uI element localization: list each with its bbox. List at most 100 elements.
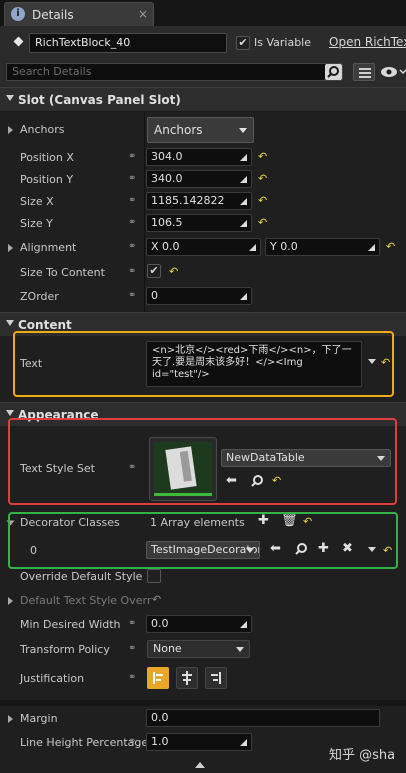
drag-handle-icon[interactable]	[240, 621, 247, 628]
reset-icon[interactable]: ↶	[258, 217, 270, 229]
zorder-value: 0	[151, 289, 158, 302]
margin-field[interactable]: 0.0	[146, 709, 380, 727]
justification-label: Justification	[20, 672, 85, 685]
tab-label: Details	[32, 8, 74, 22]
zorder-field[interactable]: 0	[146, 287, 252, 305]
chevron-down-icon	[239, 128, 247, 133]
expand-arrow-icon[interactable]	[8, 244, 13, 252]
min-desired-width-field[interactable]: 0.0	[146, 615, 252, 633]
is-variable-checkbox[interactable]: ✔	[236, 36, 250, 50]
binding-icon[interactable]: ⚭	[128, 195, 140, 207]
info-icon: i	[11, 7, 25, 21]
reset-icon[interactable]: ↶	[386, 241, 398, 253]
search-icon[interactable]	[325, 64, 342, 80]
drag-handle-icon[interactable]	[249, 244, 256, 251]
watermark: 知乎 @sha	[329, 748, 396, 763]
align-right-button[interactable]	[205, 667, 227, 689]
drag-handle-icon[interactable]	[240, 176, 247, 183]
category-label: Content	[18, 318, 72, 332]
line-height-value: 1.0	[151, 735, 169, 748]
alignment-y-value: Y 0.0	[270, 240, 298, 253]
transform-policy-label: Transform Policy	[20, 643, 110, 656]
section-separator	[0, 700, 406, 706]
alignment-y-field[interactable]: Y 0.0	[265, 238, 380, 256]
line-height-field[interactable]: 1.0	[146, 733, 252, 751]
view-options-icon[interactable]	[353, 63, 375, 81]
category-label: Slot (Canvas Panel Slot)	[18, 93, 181, 107]
margin-label: Margin	[20, 712, 58, 725]
min-desired-width-label: Min Desired Width	[20, 618, 121, 631]
min-desired-width-value: 0.0	[151, 617, 169, 630]
align-center-button[interactable]	[176, 667, 198, 689]
drag-handle-icon[interactable]	[240, 739, 247, 746]
position-y-field[interactable]: 340.0	[146, 170, 252, 188]
zorder-label: ZOrder	[20, 290, 59, 303]
reset-icon[interactable]: ↶	[169, 266, 181, 278]
size-x-field[interactable]: 1185.142822	[146, 192, 252, 210]
highlight-text	[13, 331, 394, 397]
default-text-style-label: Default Text Style Overr	[20, 594, 152, 607]
expand-arrow-icon[interactable]	[8, 715, 13, 723]
binding-icon[interactable]: ⚭	[128, 151, 140, 163]
binding-icon[interactable]: ⚭	[128, 643, 140, 655]
position-x-field[interactable]: 304.0	[146, 148, 252, 166]
collapse-arrow-icon	[6, 410, 14, 416]
binding-icon[interactable]: ⚭	[128, 736, 140, 748]
eye-icon[interactable]	[380, 64, 406, 80]
position-x-label: Position X	[20, 151, 74, 164]
position-y-label: Position Y	[20, 173, 74, 186]
drag-handle-icon[interactable]	[240, 220, 247, 227]
drag-handle-icon[interactable]	[240, 293, 247, 300]
size-x-label: Size X	[20, 195, 54, 208]
binding-icon[interactable]: ⚭	[128, 217, 140, 229]
anchors-dropdown[interactable]: Anchors	[147, 117, 254, 143]
collapse-arrow-icon	[6, 95, 14, 101]
align-center-icon	[182, 671, 192, 685]
reset-icon[interactable]: ↶	[258, 151, 270, 163]
highlight-decorator-classes	[8, 512, 398, 569]
reset-icon[interactable]: ↶	[152, 594, 164, 606]
reset-icon[interactable]: ↶	[258, 173, 270, 185]
size-y-label: Size Y	[20, 217, 53, 230]
binding-icon[interactable]: ⚭	[128, 173, 140, 185]
align-left-button[interactable]	[147, 667, 169, 689]
binding-icon[interactable]: ⚭	[128, 290, 140, 302]
size-to-content-checkbox[interactable]: ✔	[147, 264, 161, 278]
alignment-x-field[interactable]: X 0.0	[146, 238, 261, 256]
transform-policy-dropdown[interactable]: None	[147, 640, 250, 658]
scroll-up-icon[interactable]	[195, 762, 205, 768]
close-icon[interactable]: ×	[138, 7, 148, 21]
binding-icon[interactable]: ⚭	[128, 241, 140, 253]
chevron-down-icon	[236, 647, 244, 652]
size-y-field[interactable]: 106.5	[146, 214, 252, 232]
anchors-label: Anchors	[20, 123, 65, 136]
binding-icon[interactable]: ⚭	[128, 266, 140, 278]
position-x-value: 304.0	[151, 150, 183, 163]
alignment-label: Alignment	[20, 241, 77, 254]
size-x-value: 1185.142822	[151, 194, 225, 207]
open-richtext-link[interactable]: Open RichTex	[329, 35, 406, 49]
margin-value: 0.0	[151, 711, 169, 724]
binding-icon[interactable]: ⚭	[128, 618, 140, 630]
alignment-x-value: X 0.0	[151, 240, 180, 253]
override-default-style-checkbox[interactable]	[147, 569, 161, 583]
align-right-icon	[211, 672, 221, 684]
drag-handle-icon[interactable]	[240, 198, 247, 205]
widget-name-input[interactable]: RichTextBlock_40	[29, 33, 227, 53]
drag-handle-icon[interactable]	[368, 244, 375, 251]
transform-policy-value: None	[153, 642, 182, 655]
expand-arrow-icon[interactable]	[8, 597, 13, 605]
collapse-arrow-icon	[6, 320, 14, 326]
tab-details[interactable]: i Details ×	[4, 2, 154, 26]
anchors-value: Anchors	[154, 123, 203, 137]
expand-arrow-icon[interactable]	[8, 126, 13, 134]
highlight-text-style-set	[8, 418, 397, 505]
category-slot[interactable]: Slot (Canvas Panel Slot)	[0, 87, 406, 111]
align-left-icon	[153, 672, 163, 684]
drag-handle-icon[interactable]	[240, 154, 247, 161]
size-y-value: 106.5	[151, 216, 183, 229]
override-default-style-label: Override Default Style	[20, 570, 143, 583]
search-input[interactable]: Search Details	[6, 63, 343, 81]
binding-icon[interactable]: ⚭	[128, 672, 140, 684]
reset-icon[interactable]: ↶	[258, 195, 270, 207]
